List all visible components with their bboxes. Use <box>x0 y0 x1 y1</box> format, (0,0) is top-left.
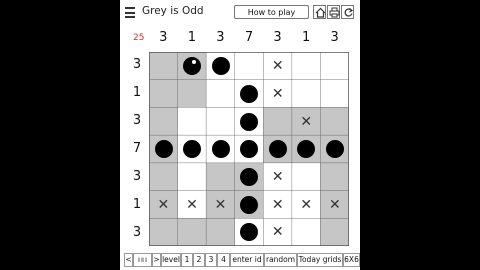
restart-button[interactable] <box>341 5 354 19</box>
print-button[interactable] <box>327 5 340 19</box>
game-panel: Grey is Odd How to play 25 3 1 3 7 3 1 3… <box>120 0 360 270</box>
col-clue: 3 <box>330 30 339 45</box>
col-clue: 1 <box>301 30 311 45</box>
today-grids-button[interactable]: Today grids <box>297 253 343 267</box>
move-counter: 25 <box>133 33 145 43</box>
level-3-button[interactable]: 3 <box>205 253 217 267</box>
grid-lines <box>149 52 349 246</box>
menu-icon[interactable] <box>125 7 135 18</box>
enter-id-button[interactable]: enter id <box>230 253 264 267</box>
row-clue: 7 <box>132 141 142 156</box>
col-clue: 7 <box>244 30 254 45</box>
random-button[interactable]: random <box>264 253 297 267</box>
row-clue: 3 <box>132 169 142 184</box>
row-clue: 1 <box>132 197 142 212</box>
home-button[interactable] <box>313 5 326 19</box>
col-clue: 3 <box>273 30 282 45</box>
level-scrollbar[interactable]: ||||||| <box>133 253 152 267</box>
row-clue: 3 <box>132 113 142 128</box>
restart-icon <box>344 8 354 17</box>
next-button[interactable]: > <box>152 253 161 267</box>
level-2-button[interactable]: 2 <box>193 253 205 267</box>
row-clue: 3 <box>132 57 142 72</box>
col-clue: 3 <box>159 30 168 45</box>
col-clue: 3 <box>216 30 225 45</box>
game-title: Grey is Odd <box>142 5 204 17</box>
puzzle-grid: ✕ ✕ ✕ ✕ ✕ ✕ ✕ ✕ ✕ ✕ ✕ <box>149 52 350 247</box>
level-4-button[interactable]: 4 <box>217 253 230 267</box>
size-button[interactable]: 6X6 <box>343 253 360 267</box>
level-label: level <box>161 253 181 267</box>
level-1-button[interactable]: 1 <box>181 253 193 267</box>
home-icon <box>315 7 326 18</box>
row-clue: 3 <box>132 225 142 240</box>
print-icon <box>329 7 340 18</box>
how-to-play-button[interactable]: How to play <box>234 5 309 19</box>
prev-button[interactable]: < <box>124 253 133 267</box>
col-clue: 1 <box>187 30 196 45</box>
row-clue: 1 <box>132 85 142 100</box>
